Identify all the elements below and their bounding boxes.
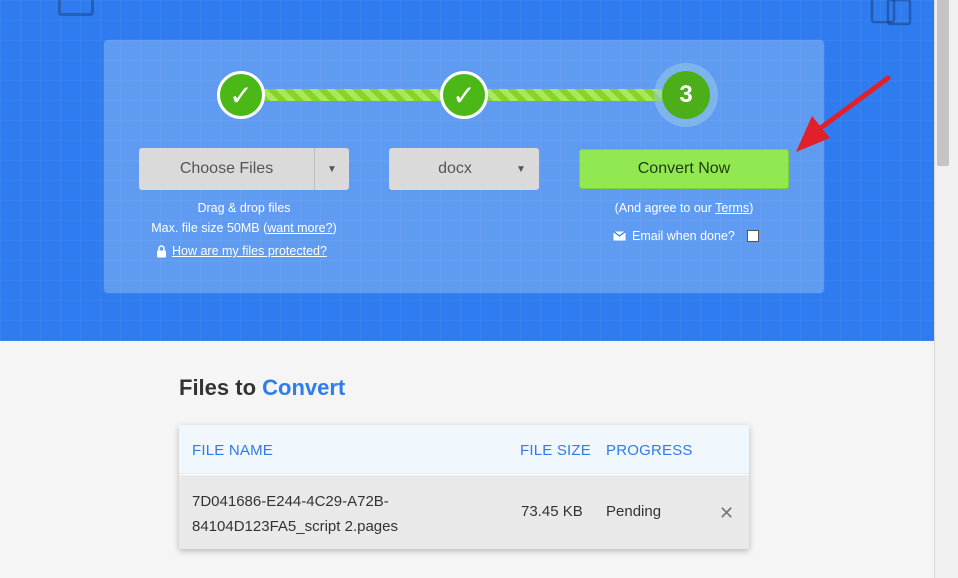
- lock-icon: [157, 244, 166, 257]
- agree-terms-text: (And agree to our Terms): [564, 201, 804, 215]
- choose-files-caret-down-icon[interactable]: ▼: [315, 148, 349, 190]
- step-1-check-icon: ✓: [217, 71, 265, 119]
- envelope-icon: [613, 231, 626, 241]
- step-3-indicator: 3: [662, 71, 710, 119]
- agree-prefix: (And agree to our: [614, 201, 716, 215]
- remove-file-close-icon[interactable]: ✕: [719, 503, 734, 524]
- progress-bar-step-2: [485, 89, 665, 101]
- step-2-check-icon: ✓: [440, 71, 488, 119]
- files-table-header: FILE NAME FILE SIZE PROGRESS: [179, 425, 749, 474]
- output-format-select[interactable]: docx ▼: [389, 148, 539, 190]
- scrollbar-thumb[interactable]: [937, 0, 949, 166]
- files-table: FILE NAME FILE SIZE PROGRESS 7D041686-E2…: [179, 425, 749, 549]
- column-header-progress: PROGRESS: [606, 442, 693, 459]
- decorative-files-icon: [870, 0, 912, 26]
- choose-files-button-group: Choose Files ▼: [139, 148, 349, 190]
- email-when-done-checkbox[interactable]: [746, 230, 759, 242]
- file-size-cell: 73.45 KB: [521, 503, 583, 520]
- files-to-convert-heading: Files to Convert: [179, 375, 345, 401]
- max-size-prefix: Max. file size 50MB (: [151, 221, 268, 235]
- table-row: 7D041686-E244-4C29-A72B- 84104D123FA5_sc…: [179, 475, 749, 549]
- convert-now-button[interactable]: Convert Now: [579, 149, 789, 189]
- choose-files-button[interactable]: Choose Files: [139, 148, 315, 190]
- drag-drop-text: Drag & drop files: [197, 201, 291, 215]
- terms-link[interactable]: Terms: [715, 201, 749, 215]
- hero-banner: ✓ ✓ 3 Choose Files ▼ docx ▼ Convert Now …: [0, 0, 934, 341]
- caret-down-icon: ▼: [516, 163, 526, 175]
- file-name-line-2: 84104D123FA5_script 2.pages: [192, 518, 398, 535]
- max-file-size-text: Max. file size 50MB (want more?): [126, 221, 362, 235]
- heading-accent: Convert: [262, 375, 346, 400]
- arrow-pointer-icon: [796, 75, 891, 152]
- max-size-suffix: ): [332, 221, 337, 235]
- files-protected-link[interactable]: How are my files protected?: [172, 244, 327, 258]
- column-header-file-name: FILE NAME: [192, 442, 273, 459]
- files-protected-row: How are my files protected?: [156, 244, 327, 258]
- file-name-cell: 7D041686-E244-4C29-A72B- 84104D123FA5_sc…: [192, 489, 432, 539]
- want-more-link[interactable]: want more?: [267, 221, 332, 235]
- email-when-done-row: Email when done?: [613, 229, 759, 243]
- heading-prefix: Files to: [179, 375, 263, 400]
- progress-status-cell: Pending: [606, 503, 662, 520]
- column-header-file-size: FILE SIZE: [520, 442, 591, 459]
- file-name-line-1: 7D041686-E244-4C29-A72B-: [192, 493, 389, 510]
- email-when-done-label: Email when done?: [632, 229, 735, 243]
- decorative-document-icon: [58, 0, 94, 16]
- output-format-value: docx: [438, 160, 472, 177]
- progress-bar-step-1: [262, 89, 442, 101]
- agree-suffix: ): [749, 201, 754, 215]
